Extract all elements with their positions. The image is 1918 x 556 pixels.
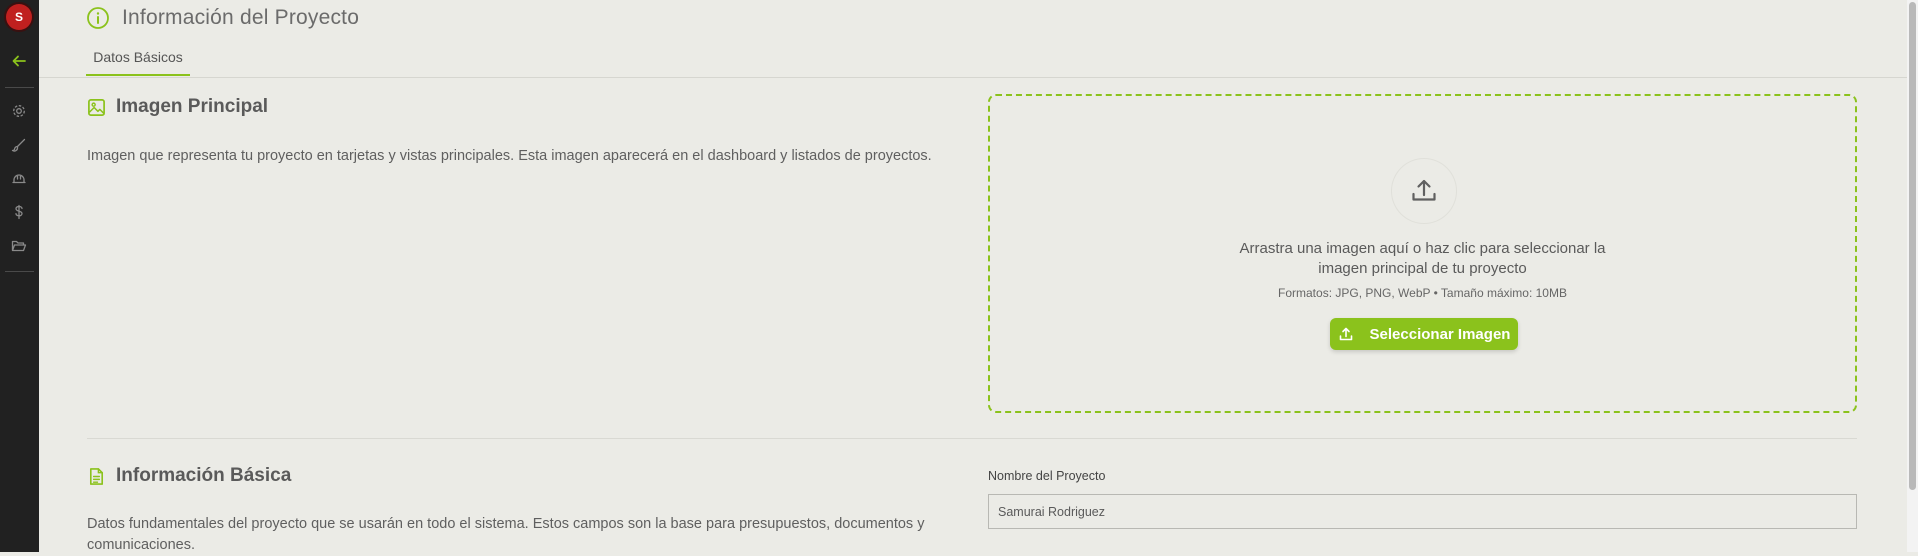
basic-section-description: Datos fundamentales del proyecto que se … bbox=[87, 514, 924, 556]
tabs-divider bbox=[39, 77, 1907, 78]
image-icon bbox=[87, 98, 106, 117]
avatar[interactable]: S bbox=[6, 4, 32, 30]
gear-icon[interactable] bbox=[9, 101, 29, 121]
dropzone-line1: Arrastra una imagen aquí o haz clic para… bbox=[1239, 240, 1606, 257]
select-image-button[interactable]: Seleccionar Imagen bbox=[1330, 318, 1518, 350]
folder-open-icon[interactable] bbox=[9, 236, 29, 256]
sidebar-divider bbox=[5, 87, 34, 88]
dropzone-line2: imagen principal de tu proyecto bbox=[1318, 260, 1527, 277]
dollar-icon[interactable] bbox=[9, 202, 29, 222]
page-title: Información del Proyecto bbox=[122, 6, 360, 29]
scrollbar[interactable] bbox=[1907, 0, 1918, 552]
image-section-description: Imagen que representa tu proyecto en tar… bbox=[87, 148, 932, 164]
dropzone-formats: Formatos: JPG, PNG, WebP • Tamaño máximo… bbox=[1278, 286, 1567, 300]
sidebar-divider bbox=[5, 271, 34, 272]
document-icon bbox=[87, 467, 106, 486]
tab-label: Datos Básicos bbox=[93, 49, 183, 65]
image-dropzone[interactable]: Arrastra una imagen aquí o haz clic para… bbox=[988, 94, 1857, 413]
image-section-title: Imagen Principal bbox=[116, 96, 269, 117]
upload-small-icon bbox=[1338, 326, 1354, 342]
tab-datos-basicos[interactable]: Datos Básicos bbox=[86, 44, 190, 76]
basic-description-line2: comunicaciones. bbox=[87, 537, 195, 553]
sidebar: S bbox=[0, 0, 39, 552]
project-name-input[interactable]: Samurai Rodriguez bbox=[988, 494, 1857, 529]
image-section-header: Imagen Principal bbox=[87, 96, 268, 118]
section-divider bbox=[87, 438, 1857, 439]
scrollbar-thumb[interactable] bbox=[1909, 2, 1916, 490]
select-image-label: Seleccionar Imagen bbox=[1369, 325, 1511, 343]
page-header: Información del Proyecto bbox=[86, 5, 359, 31]
basic-description-line1: Datos fundamentales del proyecto que se … bbox=[87, 516, 925, 532]
dropzone-instructions: Arrastra una imagen aquí o haz clic para… bbox=[990, 239, 1855, 279]
basic-section-title: Información Básica bbox=[116, 465, 292, 486]
hard-hat-icon[interactable] bbox=[9, 168, 29, 188]
project-name-label: Nombre del Proyecto bbox=[988, 469, 1106, 483]
upload-icon bbox=[1392, 159, 1456, 223]
brush-icon[interactable] bbox=[9, 135, 29, 155]
back-arrow-icon[interactable] bbox=[9, 51, 29, 71]
info-icon bbox=[86, 6, 110, 30]
basic-section-header: Información Básica bbox=[87, 465, 291, 487]
